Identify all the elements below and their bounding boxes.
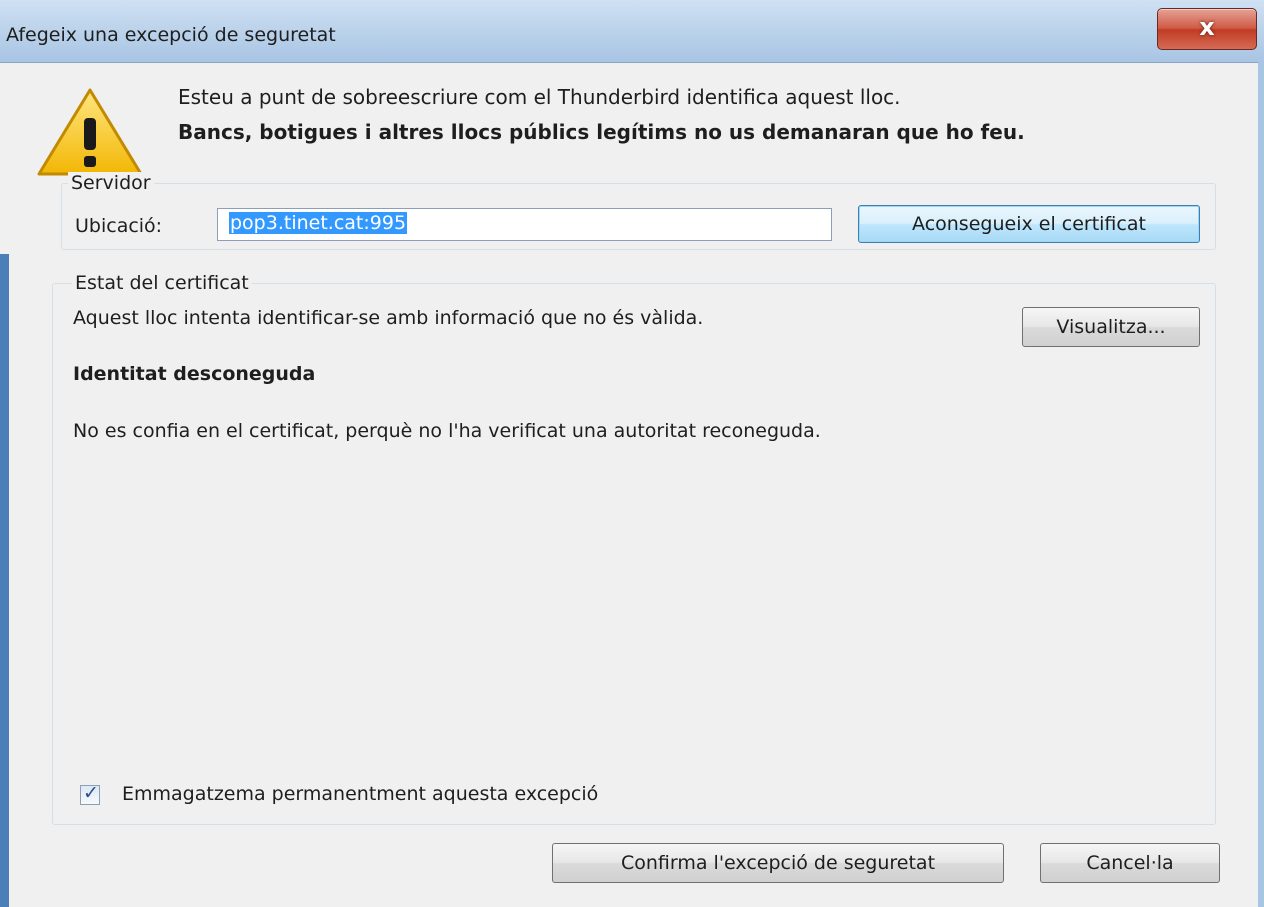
- right-window-edge: [1258, 62, 1264, 907]
- warning-triangle-icon: [37, 88, 143, 176]
- permanent-exception-checkbox[interactable]: ✓: [80, 782, 100, 805]
- window-title: Afegeix una excepció de seguretat: [6, 24, 336, 46]
- close-icon: x: [1199, 13, 1215, 41]
- location-value: pop3.tinet.cat:995: [229, 212, 408, 234]
- server-group-label: Servidor: [68, 172, 154, 194]
- location-label: Ubicació:: [75, 215, 163, 237]
- view-certificate-button[interactable]: Visualitza...: [1022, 307, 1200, 347]
- identity-heading: Identitat desconeguda: [73, 363, 316, 385]
- location-input[interactable]: pop3.tinet.cat:995: [217, 208, 832, 241]
- certificate-status-label: Estat del certificat: [72, 272, 252, 294]
- get-certificate-button[interactable]: Aconsegueix el certificat: [858, 205, 1200, 243]
- cancel-button[interactable]: Cancel·la: [1040, 843, 1220, 883]
- certificate-status-message: Aquest lloc intenta identificar-se amb i…: [73, 307, 704, 329]
- title-bar: Afegeix una excepció de seguretat x: [0, 0, 1264, 63]
- left-window-edge: [0, 254, 9, 907]
- warning-message: Esteu a punt de sobreescriure com el Thu…: [178, 85, 901, 109]
- trust-message: No es confia en el certificat, perquè no…: [73, 420, 821, 442]
- confirm-exception-button[interactable]: Confirma l'excepció de seguretat: [552, 843, 1004, 883]
- warning-emphasis: Bancs, botigues i altres llocs públics l…: [178, 120, 1025, 144]
- close-button[interactable]: x: [1157, 8, 1257, 50]
- security-exception-dialog: Afegeix una excepció de seguretat x Este…: [0, 0, 1264, 907]
- checkmark-icon: ✓: [83, 782, 99, 804]
- permanent-exception-label[interactable]: Emmagatzema permanentment aquesta excepc…: [122, 783, 598, 805]
